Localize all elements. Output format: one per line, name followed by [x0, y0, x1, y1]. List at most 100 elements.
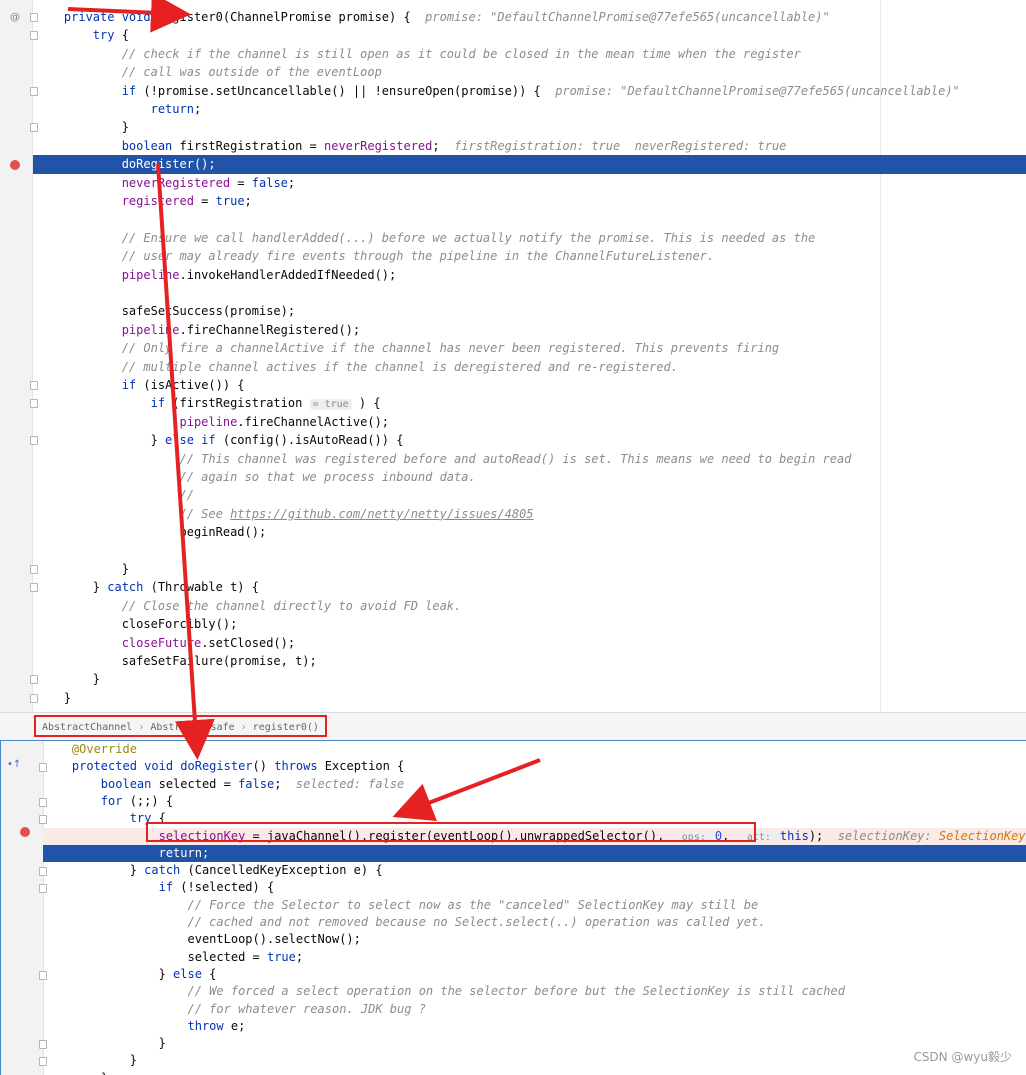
breadcrumb-item-inner-class[interactable]: AbstractUnsafe	[150, 722, 234, 733]
code-line[interactable]: if (firstRegistration = true ) {	[0, 394, 1026, 412]
code-line[interactable]: // Close the channel directly to avoid F…	[0, 597, 1026, 615]
code-line[interactable]: boolean firstRegistration = neverRegiste…	[0, 137, 1026, 155]
code-line[interactable]: for (;;) {	[1, 793, 1026, 810]
code-line[interactable]: neverRegistered = false;	[0, 174, 1026, 192]
code-line[interactable]: // check if the channel is still open as…	[0, 45, 1026, 63]
fold-marker-icon[interactable]	[30, 675, 38, 685]
code-line[interactable]: // Force the Selector to select now as t…	[1, 897, 1026, 914]
code-line[interactable]: selected = true;	[1, 949, 1026, 966]
breadcrumb-item-method[interactable]: register0()	[253, 722, 319, 733]
code-line[interactable]: throw e;	[1, 1018, 1026, 1035]
code-line[interactable]: }	[0, 670, 1026, 688]
fold-marker-icon[interactable]	[39, 1040, 47, 1050]
code-token: protected void	[71, 759, 181, 774]
code-line[interactable]: // for whatever reason. JDK bug ?	[1, 1001, 1026, 1018]
override-marker-icon[interactable]: @	[10, 12, 20, 23]
code-line[interactable]: } catch (CancelledKeyException e) {	[1, 862, 1026, 879]
fold-marker-icon[interactable]	[39, 815, 47, 825]
code-token: ;	[244, 194, 252, 208]
code-line[interactable]: closeForcibly();	[0, 615, 1026, 633]
code-line[interactable]: pipeline.invokeHandlerAddedIfNeeded();	[0, 266, 1026, 284]
code-line[interactable]: @Override	[1, 741, 1026, 758]
code-line[interactable]: // again so that we process inbound data…	[0, 468, 1026, 486]
code-token: for	[100, 793, 130, 808]
parameter-hint: = true	[309, 399, 352, 411]
code-line[interactable]: // See https://github.com/netty/netty/is…	[0, 505, 1026, 523]
fold-marker-icon[interactable]	[39, 867, 47, 877]
code-line[interactable]	[0, 542, 1026, 560]
code-line[interactable]: // We forced a select operation on the s…	[1, 983, 1026, 1000]
code-line[interactable]: beginRead();	[0, 523, 1026, 541]
fold-marker-icon[interactable]	[30, 583, 38, 593]
code-line[interactable]: registered = true;	[0, 192, 1026, 210]
code-line[interactable]: }	[0, 689, 1026, 707]
code-line[interactable]: }	[1, 1035, 1026, 1052]
fold-marker-icon[interactable]	[30, 436, 38, 446]
code-line[interactable]: // Only fire a channelActive if the chan…	[0, 339, 1026, 357]
code-line[interactable]: // call was outside of the eventLoop	[0, 63, 1026, 81]
fold-marker-icon[interactable]	[39, 797, 47, 807]
implements-marker-icon[interactable]: •↑	[7, 759, 21, 770]
code-token: }	[43, 1053, 137, 1068]
breakpoint-icon[interactable]	[20, 827, 30, 837]
code-line[interactable]: safeSetSuccess(promise);	[0, 302, 1026, 320]
fold-marker-icon[interactable]	[30, 31, 38, 41]
code-token: // cached and not removed because no Sel…	[187, 915, 766, 929]
code-line[interactable]: }	[1, 1070, 1026, 1075]
code-line[interactable]: eventLoop().selectNow();	[1, 931, 1026, 948]
code-line[interactable]: } else {	[1, 966, 1026, 983]
fold-marker-icon[interactable]	[30, 565, 38, 574]
code-line[interactable]: pipeline.fireChannelActive();	[0, 413, 1026, 431]
code-line[interactable]	[0, 210, 1026, 228]
code-line[interactable]: pipeline.fireChannelRegistered();	[0, 321, 1026, 339]
code-line[interactable]: if (isActive()) {	[0, 376, 1026, 394]
fold-marker-icon[interactable]	[30, 693, 38, 703]
fold-marker-icon[interactable]	[30, 399, 38, 409]
code-line[interactable]: } else if (config().isAutoRead()) {	[0, 431, 1026, 449]
fold-marker-icon[interactable]	[39, 884, 47, 894]
code-token: void	[121, 10, 158, 24]
code-line[interactable]: // Ensure we call handlerAdded(...) befo…	[0, 229, 1026, 247]
fold-marker-icon[interactable]	[30, 381, 38, 390]
code-line[interactable]: doRegister();	[33, 155, 1026, 174]
code-token: ;	[295, 949, 304, 964]
code-line[interactable]: }	[1, 1052, 1026, 1069]
fold-marker-icon[interactable]	[30, 123, 38, 133]
fold-marker-icon[interactable]	[30, 86, 38, 96]
breadcrumb-item-class[interactable]: AbstractChannel	[42, 722, 132, 733]
code-line[interactable]: // This channel was registered before an…	[0, 450, 1026, 468]
code-line[interactable]: // user may already fire events through …	[0, 247, 1026, 265]
code-line[interactable]: try {	[0, 26, 1026, 44]
editor-bottom-doRegister[interactable]: @Override protected void doRegister() th…	[0, 740, 1026, 1075]
code-line[interactable]: return;	[0, 100, 1026, 118]
code-line[interactable]: return;	[43, 844, 1026, 863]
code-token: }	[35, 562, 129, 576]
code-line[interactable]: //	[0, 486, 1026, 504]
code-line[interactable]: }	[0, 560, 1026, 578]
fold-marker-icon[interactable]	[39, 763, 47, 773]
breakpoint-icon[interactable]	[10, 160, 20, 170]
code-line[interactable]: boolean selected = false; selected: fals…	[1, 776, 1026, 793]
fold-marker-icon[interactable]	[30, 13, 38, 22]
code-line[interactable]: if (!promise.setUncancellable() || !ensu…	[0, 82, 1026, 100]
code-line[interactable]: protected void doRegister() throws Excep…	[1, 758, 1026, 775]
code-line[interactable]: safeSetFailure(promise, t);	[0, 652, 1026, 670]
code-token: // Close the channel directly to avoid F…	[121, 598, 462, 613]
code-line[interactable]: // multiple channel actives if the chann…	[0, 358, 1026, 376]
editor-top-register0[interactable]: private void register0(ChannelPromise pr…	[0, 0, 1026, 712]
fold-marker-icon[interactable]	[39, 1057, 47, 1067]
code-line[interactable]	[0, 284, 1026, 302]
code-line[interactable]: closeFuture.setClosed();	[0, 634, 1026, 652]
code-line[interactable]: if (!selected) {	[1, 879, 1026, 896]
fold-marker-icon[interactable]	[39, 970, 47, 980]
code-line[interactable]: }	[0, 118, 1026, 136]
code-line[interactable]: } catch (Throwable t) {	[0, 578, 1026, 596]
code-line[interactable]: // cached and not removed because no Sel…	[1, 914, 1026, 931]
code-line[interactable]: private void register0(ChannelPromise pr…	[0, 8, 1026, 26]
